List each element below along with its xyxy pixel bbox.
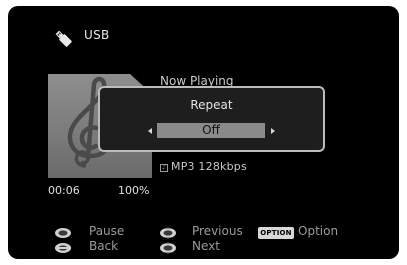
dialog-title: Repeat xyxy=(190,98,233,112)
up-down-button-icon xyxy=(160,227,176,239)
usb-plug-icon xyxy=(55,30,72,47)
source-label: USB xyxy=(84,28,110,42)
repeat-value-selector[interactable]: Off xyxy=(157,123,265,138)
next-button-icon xyxy=(160,242,176,254)
elapsed-time: 00:06 xyxy=(48,184,80,197)
music-file-icon: ♪ xyxy=(160,164,168,172)
previous-label: Previous xyxy=(192,224,243,238)
back-label: Back xyxy=(89,239,119,253)
arrow-right-icon[interactable] xyxy=(271,128,275,134)
repeat-dialog: Repeat Off xyxy=(98,86,325,152)
osd-screen: USB Now Playing ♪ MP3 128kbps 00:06 100%… xyxy=(8,6,399,259)
enter-button-icon xyxy=(55,228,71,238)
next-label: Next xyxy=(192,239,220,253)
pause-label: Pause xyxy=(89,224,125,238)
option-key-icon: OPTION xyxy=(258,227,294,239)
option-label: Option xyxy=(298,224,339,238)
progress-percent: 100% xyxy=(118,184,150,197)
format-label: MP3 128kbps xyxy=(171,160,247,173)
back-button-icon xyxy=(55,243,71,253)
arrow-left-icon[interactable] xyxy=(148,128,152,134)
